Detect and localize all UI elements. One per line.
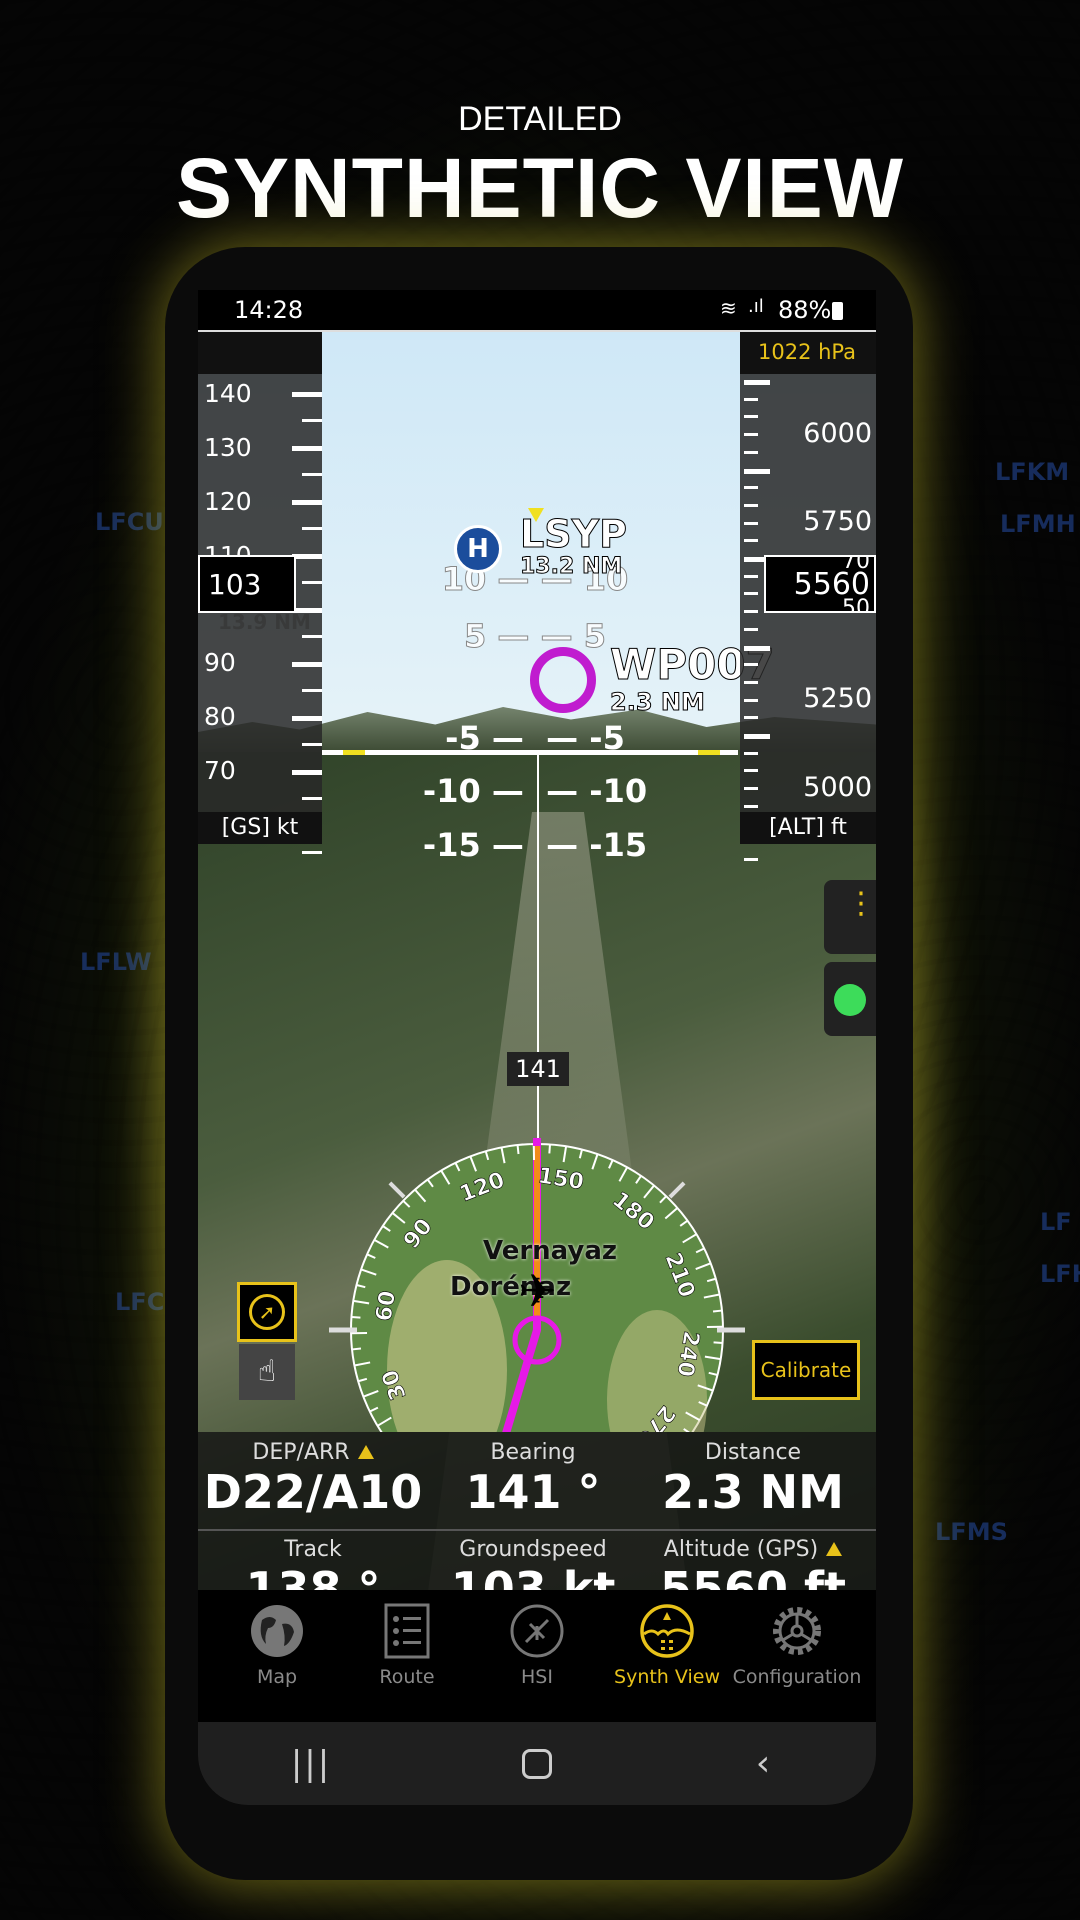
synthetic-view-icon [640,1604,694,1658]
home-icon [522,1748,552,1779]
bottom-tab-bar: Map Route HSI Synth View Configuration [198,1590,876,1720]
signal-icon: .ıl [748,296,764,317]
compass-mode-button[interactable]: ➚ [237,1282,297,1342]
gear-icon [773,1607,821,1655]
info-value: D22/A10 [203,1465,423,1519]
battery-icon [832,302,843,320]
info-label: Distance [704,1440,802,1465]
tab-label: Synth View [614,1666,720,1688]
info-bearing[interactable]: Bearing 141 ° [418,1440,648,1519]
compass-tick [351,1316,361,1319]
list-icon [384,1603,430,1659]
pan-mode-button[interactable]: ☝ [239,1344,295,1400]
calibrate-button[interactable]: Calibrate [752,1340,860,1400]
info-dep-arr[interactable]: DEP/ARR D22/A10 [198,1440,428,1519]
promo-title: SYNTHETIC VIEW [175,141,905,235]
place-label: Vernayaz [483,1236,618,1266]
info-label: Groundspeed [459,1537,607,1562]
hsi-icon [510,1604,564,1658]
compass-tick [351,1347,362,1351]
map-label: LFKM [995,458,1070,486]
map-label: LFMH [1000,510,1076,538]
info-altitude[interactable]: Altitude (GPS) 5560 ft [638,1537,868,1590]
info-label: Bearing [490,1440,576,1465]
globe-icon [251,1605,303,1657]
android-nav-bar: ||| ‹ [198,1722,876,1805]
compass-icon: ➚ [249,1294,285,1330]
info-value: 2.3 NM [662,1465,844,1519]
warning-triangle-icon [357,1445,374,1459]
info-label: Altitude (GPS) [663,1537,819,1562]
info-distance[interactable]: Distance 2.3 NM [638,1440,868,1519]
info-value: 141 ° [465,1465,601,1519]
info-panel: DEP/ARR D22/A10 Bearing 141 ° Distance 2.3 … [198,1432,876,1590]
compass-label: 60 [372,1289,401,1323]
recents-icon: ||| [290,1743,332,1784]
tab-route[interactable]: Route [342,1602,472,1688]
warning-triangle-icon [826,1542,843,1556]
map-label: LFCU [95,508,164,536]
compass-tick [713,1341,723,1344]
tab-label: Configuration [732,1666,862,1688]
info-label: DEP/ARR [252,1440,350,1465]
promo-subtitle: DETAILED [458,100,622,138]
info-track[interactable]: Track 138 ° [198,1537,428,1590]
map-label: LFC [115,1288,165,1316]
app-screen: 14:28 ≋ .ıl 88% 10 — — 10 5 — — 5 -5 — —… [198,290,876,1805]
lubber-mark [388,1181,406,1199]
tab-label: HSI [521,1666,553,1688]
tab-synth-view[interactable]: Synth View [602,1602,732,1688]
tab-hsi[interactable]: HSI [472,1602,602,1688]
bearing-marker [533,1138,541,1146]
status-bar: 14:28 ≋ .ıl 88% [198,290,876,330]
wifi-icon: ≋ [720,296,737,320]
map-label: LFLW [80,948,152,976]
info-label: Track [284,1537,342,1562]
lubber-mark [668,1181,686,1199]
map-label: LFMS [935,1518,1008,1546]
back-button[interactable]: ‹ [733,1739,793,1789]
compass-tick [548,1144,551,1154]
info-value: 5560 ft [659,1562,847,1590]
status-time: 14:28 [234,296,304,324]
back-icon: ‹ [755,1743,771,1784]
tab-configuration[interactable]: Configuration [732,1602,862,1688]
hand-pointer-icon: ☝ [257,1354,277,1389]
heading-readout: 141 [507,1052,569,1086]
hsi-compass[interactable]: 306090120 150180210240270 [198,332,876,1590]
divider [198,1529,876,1531]
info-value: 138 ° [245,1562,381,1590]
recents-button[interactable]: ||| [281,1739,341,1789]
compass-tick [712,1309,723,1313]
tab-map[interactable]: Map [212,1602,342,1688]
aircraft-icon: ✈︎ [518,1264,557,1318]
tab-label: Route [379,1666,435,1688]
home-button[interactable] [507,1739,567,1789]
compass-tick [516,1144,520,1155]
synthetic-view[interactable]: 10 — — 10 5 — — 5 -5 — — -5 -10 — — -10 … [198,330,876,1590]
tab-label: Map [256,1666,298,1688]
battery-text: 88% [778,296,832,324]
info-groundspeed[interactable]: Groundspeed 103 kt [418,1537,648,1590]
map-label: LF [1040,1208,1072,1236]
map-label: LFH [1040,1260,1080,1288]
info-value: 103 kt [450,1562,616,1590]
